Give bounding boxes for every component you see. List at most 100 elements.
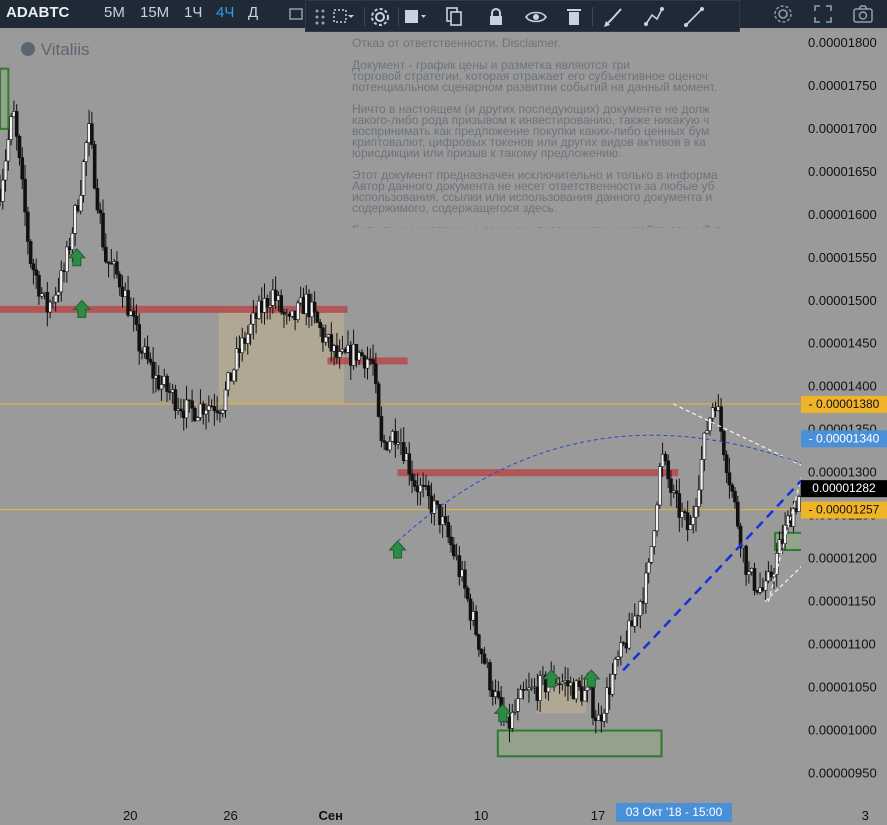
y-tick-label: 0.00001000 bbox=[808, 723, 877, 738]
candle-body bbox=[591, 686, 595, 719]
x-tick-label: 10 bbox=[474, 808, 488, 823]
candle-body bbox=[232, 369, 236, 382]
candle-body bbox=[518, 689, 523, 700]
up-arrow-icon bbox=[67, 248, 86, 267]
up-arrow-icon bbox=[72, 299, 91, 318]
candle-body bbox=[248, 323, 253, 335]
candle-body bbox=[117, 273, 122, 288]
candle-body bbox=[296, 302, 300, 320]
candle-body bbox=[31, 263, 36, 271]
candle-body bbox=[426, 485, 431, 497]
candle-body bbox=[220, 410, 225, 414]
candle-body bbox=[613, 658, 618, 675]
disclaimer-line: потенциальном сценарном развитии событий… bbox=[352, 80, 718, 94]
candle-body bbox=[582, 690, 587, 702]
candle-body bbox=[318, 322, 322, 329]
candle-body bbox=[655, 504, 659, 532]
candle-body bbox=[452, 544, 456, 557]
y-tick-label: 0.00001750 bbox=[808, 78, 877, 93]
x-tick-label: 17 bbox=[591, 808, 605, 823]
candle-body bbox=[446, 522, 451, 538]
candle-body bbox=[730, 484, 735, 492]
candle-body bbox=[70, 233, 75, 250]
price-tag-label: 0.00001282 bbox=[812, 481, 876, 495]
candle-body bbox=[496, 691, 501, 698]
y-tick-label: 0.00001550 bbox=[808, 250, 877, 265]
candle-body bbox=[696, 489, 701, 507]
x-tick-label: Сен bbox=[319, 808, 343, 823]
candle-body bbox=[724, 454, 729, 474]
candle-body bbox=[131, 310, 136, 317]
candle-body bbox=[463, 569, 467, 589]
candle-body bbox=[735, 501, 740, 527]
candle-body bbox=[413, 480, 417, 487]
crosshair-time-label: 03 Окт '18 - 15:00 bbox=[616, 803, 732, 822]
candle-body bbox=[245, 333, 250, 344]
candle-body bbox=[9, 116, 13, 140]
candle-body bbox=[474, 611, 478, 635]
candle-body bbox=[315, 311, 320, 323]
candle-body bbox=[407, 453, 412, 475]
candle-body bbox=[465, 587, 470, 600]
chart-window[interactable]: ADABTC 5M 15M 1Ч 4Ч Д ers 0.000018000.00… bbox=[0, 0, 887, 825]
candle-body bbox=[190, 400, 194, 409]
candle-body bbox=[443, 516, 448, 523]
candle-body bbox=[658, 466, 662, 506]
candle-body bbox=[722, 431, 726, 456]
y-tick-label: 0.00001300 bbox=[808, 465, 877, 480]
candle-body bbox=[148, 358, 153, 363]
candle-body bbox=[705, 430, 709, 434]
candle-body bbox=[98, 209, 103, 214]
up-arrow-icon bbox=[388, 540, 407, 559]
candle-body bbox=[145, 346, 150, 360]
candle-body bbox=[649, 546, 654, 563]
candle-body bbox=[6, 139, 11, 162]
y-tick-label: 0.00001200 bbox=[808, 551, 877, 566]
candle-body bbox=[666, 460, 670, 480]
candle-body bbox=[577, 680, 581, 687]
y-tick-label: 0.00001150 bbox=[808, 594, 876, 609]
x-tick-label: 20 bbox=[123, 808, 137, 823]
candle-body bbox=[488, 662, 492, 691]
candle-body bbox=[37, 274, 41, 297]
candle-body bbox=[387, 441, 392, 451]
y-tick-label: 0.00000950 bbox=[808, 766, 877, 781]
candle-body bbox=[14, 111, 19, 137]
candle-body bbox=[482, 653, 487, 664]
y-tick-label: 0.00001650 bbox=[808, 164, 877, 179]
forecast-arc bbox=[397, 434, 846, 542]
candle-body bbox=[435, 500, 439, 505]
candle-body bbox=[3, 160, 8, 181]
candle-body bbox=[616, 656, 620, 660]
candle-body bbox=[101, 212, 105, 248]
candle-body bbox=[84, 142, 89, 162]
disclaimer-text: Отказ от ответственности. Disclaimer. До… bbox=[352, 38, 800, 228]
disclaimer-line: Если вы не согласны с данными положениям… bbox=[352, 224, 800, 228]
candle-body bbox=[797, 496, 801, 512]
candle-body bbox=[159, 384, 164, 390]
candle-body bbox=[479, 649, 484, 655]
candle-body bbox=[34, 269, 38, 276]
candle-body bbox=[365, 358, 370, 369]
candle-body bbox=[81, 161, 86, 196]
candle-body bbox=[510, 712, 515, 729]
price-tag-label: - 0.00001340 bbox=[809, 431, 880, 445]
resistance-zone bbox=[397, 469, 679, 477]
candle-body bbox=[212, 406, 217, 411]
disclaimer-line: Отказ от ответственности. Disclaimer. bbox=[352, 38, 561, 50]
candle-body bbox=[379, 416, 384, 441]
candle-body bbox=[646, 562, 651, 574]
candle-body bbox=[699, 459, 704, 491]
candle-body bbox=[449, 536, 453, 546]
candle-body bbox=[393, 431, 398, 445]
horizontal-level-label: - 0.00001257 bbox=[809, 503, 880, 517]
candle-body bbox=[0, 179, 5, 202]
candle-body bbox=[410, 473, 414, 481]
candle-body bbox=[223, 389, 228, 411]
candle-body bbox=[17, 136, 22, 158]
candle-body bbox=[772, 573, 776, 578]
y-tick-label: 0.00001600 bbox=[808, 207, 877, 222]
x-tick-label: 26 bbox=[223, 808, 237, 823]
candle-body bbox=[688, 524, 693, 530]
candle-body bbox=[165, 375, 169, 392]
